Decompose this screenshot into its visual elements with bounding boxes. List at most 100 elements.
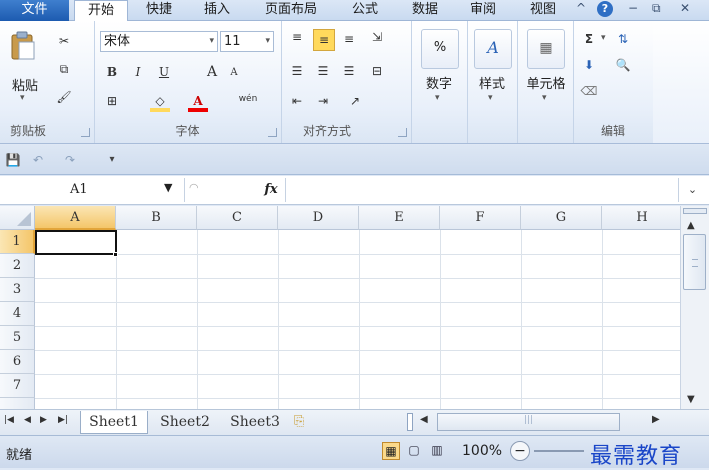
tab-page-layout[interactable]: 页面布局 bbox=[254, 0, 328, 21]
grow-font-button[interactable]: A bbox=[202, 62, 222, 82]
zoom-out-button[interactable]: − bbox=[510, 441, 530, 461]
find-select-icon[interactable]: 🔍 bbox=[613, 55, 633, 75]
italic-button[interactable]: I bbox=[128, 62, 148, 82]
name-box-dropdown-icon[interactable]: ▼ bbox=[164, 181, 172, 194]
row-header-7[interactable]: 7 bbox=[0, 374, 35, 398]
styles-dropdown-icon[interactable]: ▾ bbox=[488, 93, 493, 103]
align-center-icon[interactable]: ☰ bbox=[313, 61, 333, 81]
fill-handle[interactable] bbox=[113, 252, 118, 257]
styles-icon[interactable]: A bbox=[474, 29, 512, 69]
expand-formula-bar-icon[interactable]: ⌄ bbox=[678, 178, 706, 202]
sheet-tab-1[interactable]: Sheet1 bbox=[80, 411, 148, 434]
scroll-down-icon[interactable]: ▼ bbox=[687, 394, 695, 405]
restore-icon[interactable]: ⧉ bbox=[652, 1, 661, 16]
close-icon[interactable]: ✕ bbox=[680, 1, 690, 15]
paste-dropdown-icon[interactable]: ▾ bbox=[20, 93, 25, 103]
tab-file[interactable]: 文件 bbox=[0, 0, 69, 21]
customize-qat-icon[interactable]: ▾ bbox=[102, 150, 122, 170]
column-header-h[interactable]: H bbox=[602, 206, 680, 230]
row-header-4[interactable]: 4 bbox=[0, 302, 35, 326]
alignment-launcher-icon[interactable] bbox=[398, 128, 407, 137]
insert-function-button[interactable]: fx bbox=[258, 179, 284, 201]
row-header-6[interactable]: 6 bbox=[0, 350, 35, 374]
row-header-5[interactable]: 5 bbox=[0, 326, 35, 350]
merge-center-icon[interactable]: ⊟ bbox=[367, 61, 387, 81]
tab-view[interactable]: 视图 bbox=[518, 0, 568, 21]
active-cell-a1[interactable] bbox=[35, 230, 117, 255]
decrease-indent-icon[interactable]: ⇤ bbox=[287, 91, 307, 111]
prev-sheet-icon[interactable]: ◀ bbox=[24, 415, 31, 425]
column-header-c[interactable]: C bbox=[197, 206, 278, 230]
sort-filter-icon[interactable]: ⇅ bbox=[613, 29, 633, 49]
row-header-8[interactable] bbox=[0, 398, 35, 409]
autosum-dropdown-icon[interactable]: ▾ bbox=[601, 33, 606, 43]
horizontal-scroll-thumb[interactable]: ||| bbox=[437, 413, 620, 431]
font-size-combo[interactable]: 11 ▾ bbox=[220, 31, 274, 52]
sheet-tab-2[interactable]: Sheet2 bbox=[154, 411, 216, 433]
help-icon[interactable]: ? bbox=[597, 1, 613, 17]
redo-icon[interactable]: ↷ bbox=[60, 150, 80, 170]
formula-input[interactable] bbox=[285, 178, 677, 202]
align-right-icon[interactable]: ☰ bbox=[339, 61, 359, 81]
align-bottom-icon[interactable]: ≡ bbox=[339, 29, 359, 49]
tab-quick[interactable]: 快捷 bbox=[134, 0, 184, 21]
zoom-slider-track[interactable] bbox=[534, 450, 584, 452]
paste-icon[interactable] bbox=[10, 31, 36, 61]
first-sheet-icon[interactable]: |◀ bbox=[4, 415, 14, 425]
column-header-e[interactable]: E bbox=[359, 206, 440, 230]
column-header-d[interactable]: D bbox=[278, 206, 359, 230]
clear-icon[interactable]: ⌫ bbox=[579, 81, 599, 101]
scroll-left-icon[interactable]: ◀ bbox=[420, 414, 428, 425]
format-painter-icon[interactable]: 🖌 bbox=[54, 87, 74, 107]
undo-icon[interactable]: ↶ bbox=[28, 150, 48, 170]
column-header-b[interactable]: B bbox=[116, 206, 197, 230]
cells-icon[interactable]: ▦ bbox=[527, 29, 565, 69]
scroll-up-icon[interactable]: ▲ bbox=[687, 220, 695, 231]
align-top-icon[interactable]: ≡ bbox=[287, 27, 307, 47]
cells-button[interactable]: 单元格 bbox=[519, 73, 573, 92]
bold-button[interactable]: B bbox=[102, 62, 122, 82]
last-sheet-icon[interactable]: ▶| bbox=[58, 415, 68, 425]
font-name-combo[interactable]: 宋体 ▾ bbox=[100, 31, 218, 52]
tab-data[interactable]: 数据 bbox=[400, 0, 450, 21]
paste-button[interactable]: 粘贴 bbox=[8, 75, 42, 94]
minimize-ribbon-icon[interactable]: ^ bbox=[576, 1, 586, 15]
scroll-thumb[interactable] bbox=[683, 234, 706, 290]
row-header-3[interactable]: 3 bbox=[0, 278, 35, 302]
font-launcher-icon[interactable] bbox=[268, 128, 277, 137]
save-icon[interactable]: 💾 bbox=[3, 150, 23, 170]
align-left-icon[interactable]: ☰ bbox=[287, 61, 307, 81]
row-header-1[interactable]: 1 bbox=[0, 230, 35, 254]
phonetic-icon[interactable]: wén bbox=[238, 89, 258, 109]
normal-view-icon[interactable]: ▦ bbox=[382, 442, 400, 460]
insert-sheet-icon[interactable]: ⎘ bbox=[294, 414, 304, 429]
column-header-a[interactable]: A bbox=[35, 206, 116, 230]
tab-review[interactable]: 审阅 bbox=[458, 0, 508, 21]
sheet-tab-3[interactable]: Sheet3 bbox=[224, 411, 286, 433]
column-header-g[interactable]: G bbox=[521, 206, 602, 230]
page-break-view-icon[interactable]: ▥ bbox=[428, 442, 446, 460]
tab-split-box[interactable] bbox=[407, 413, 413, 431]
borders-icon[interactable]: ⊞ bbox=[102, 91, 122, 111]
zoom-level[interactable]: 100% bbox=[462, 443, 502, 459]
shrink-font-button[interactable]: A bbox=[224, 63, 244, 83]
styles-button[interactable]: 样式 bbox=[471, 73, 513, 92]
tab-insert[interactable]: 插入 bbox=[192, 0, 242, 21]
wrap-text-icon[interactable]: ⇲ bbox=[367, 27, 387, 47]
fill-icon[interactable]: ⬇ bbox=[579, 55, 599, 75]
copy-icon[interactable]: ⧉ bbox=[54, 59, 74, 79]
align-middle-icon[interactable]: ≡ bbox=[313, 29, 335, 51]
orientation-icon[interactable]: ↗ bbox=[345, 91, 365, 111]
row-header-2[interactable]: 2 bbox=[0, 254, 35, 278]
scroll-right-icon[interactable]: ▶ bbox=[652, 414, 660, 425]
worksheet-grid[interactable]: A B C D E F G H 1 2 3 4 5 6 7 bbox=[0, 206, 680, 409]
number-dropdown-icon[interactable]: ▾ bbox=[435, 93, 440, 103]
tab-formulas[interactable]: 公式 bbox=[340, 0, 390, 21]
column-header-f[interactable]: F bbox=[440, 206, 521, 230]
tab-home[interactable]: 开始 bbox=[74, 0, 128, 23]
number-format-icon[interactable]: % bbox=[421, 29, 459, 69]
split-box[interactable] bbox=[683, 208, 707, 214]
cut-icon[interactable]: ✂ bbox=[54, 31, 74, 51]
minimize-icon[interactable]: − bbox=[628, 1, 638, 15]
page-layout-view-icon[interactable]: ▢ bbox=[405, 442, 423, 460]
